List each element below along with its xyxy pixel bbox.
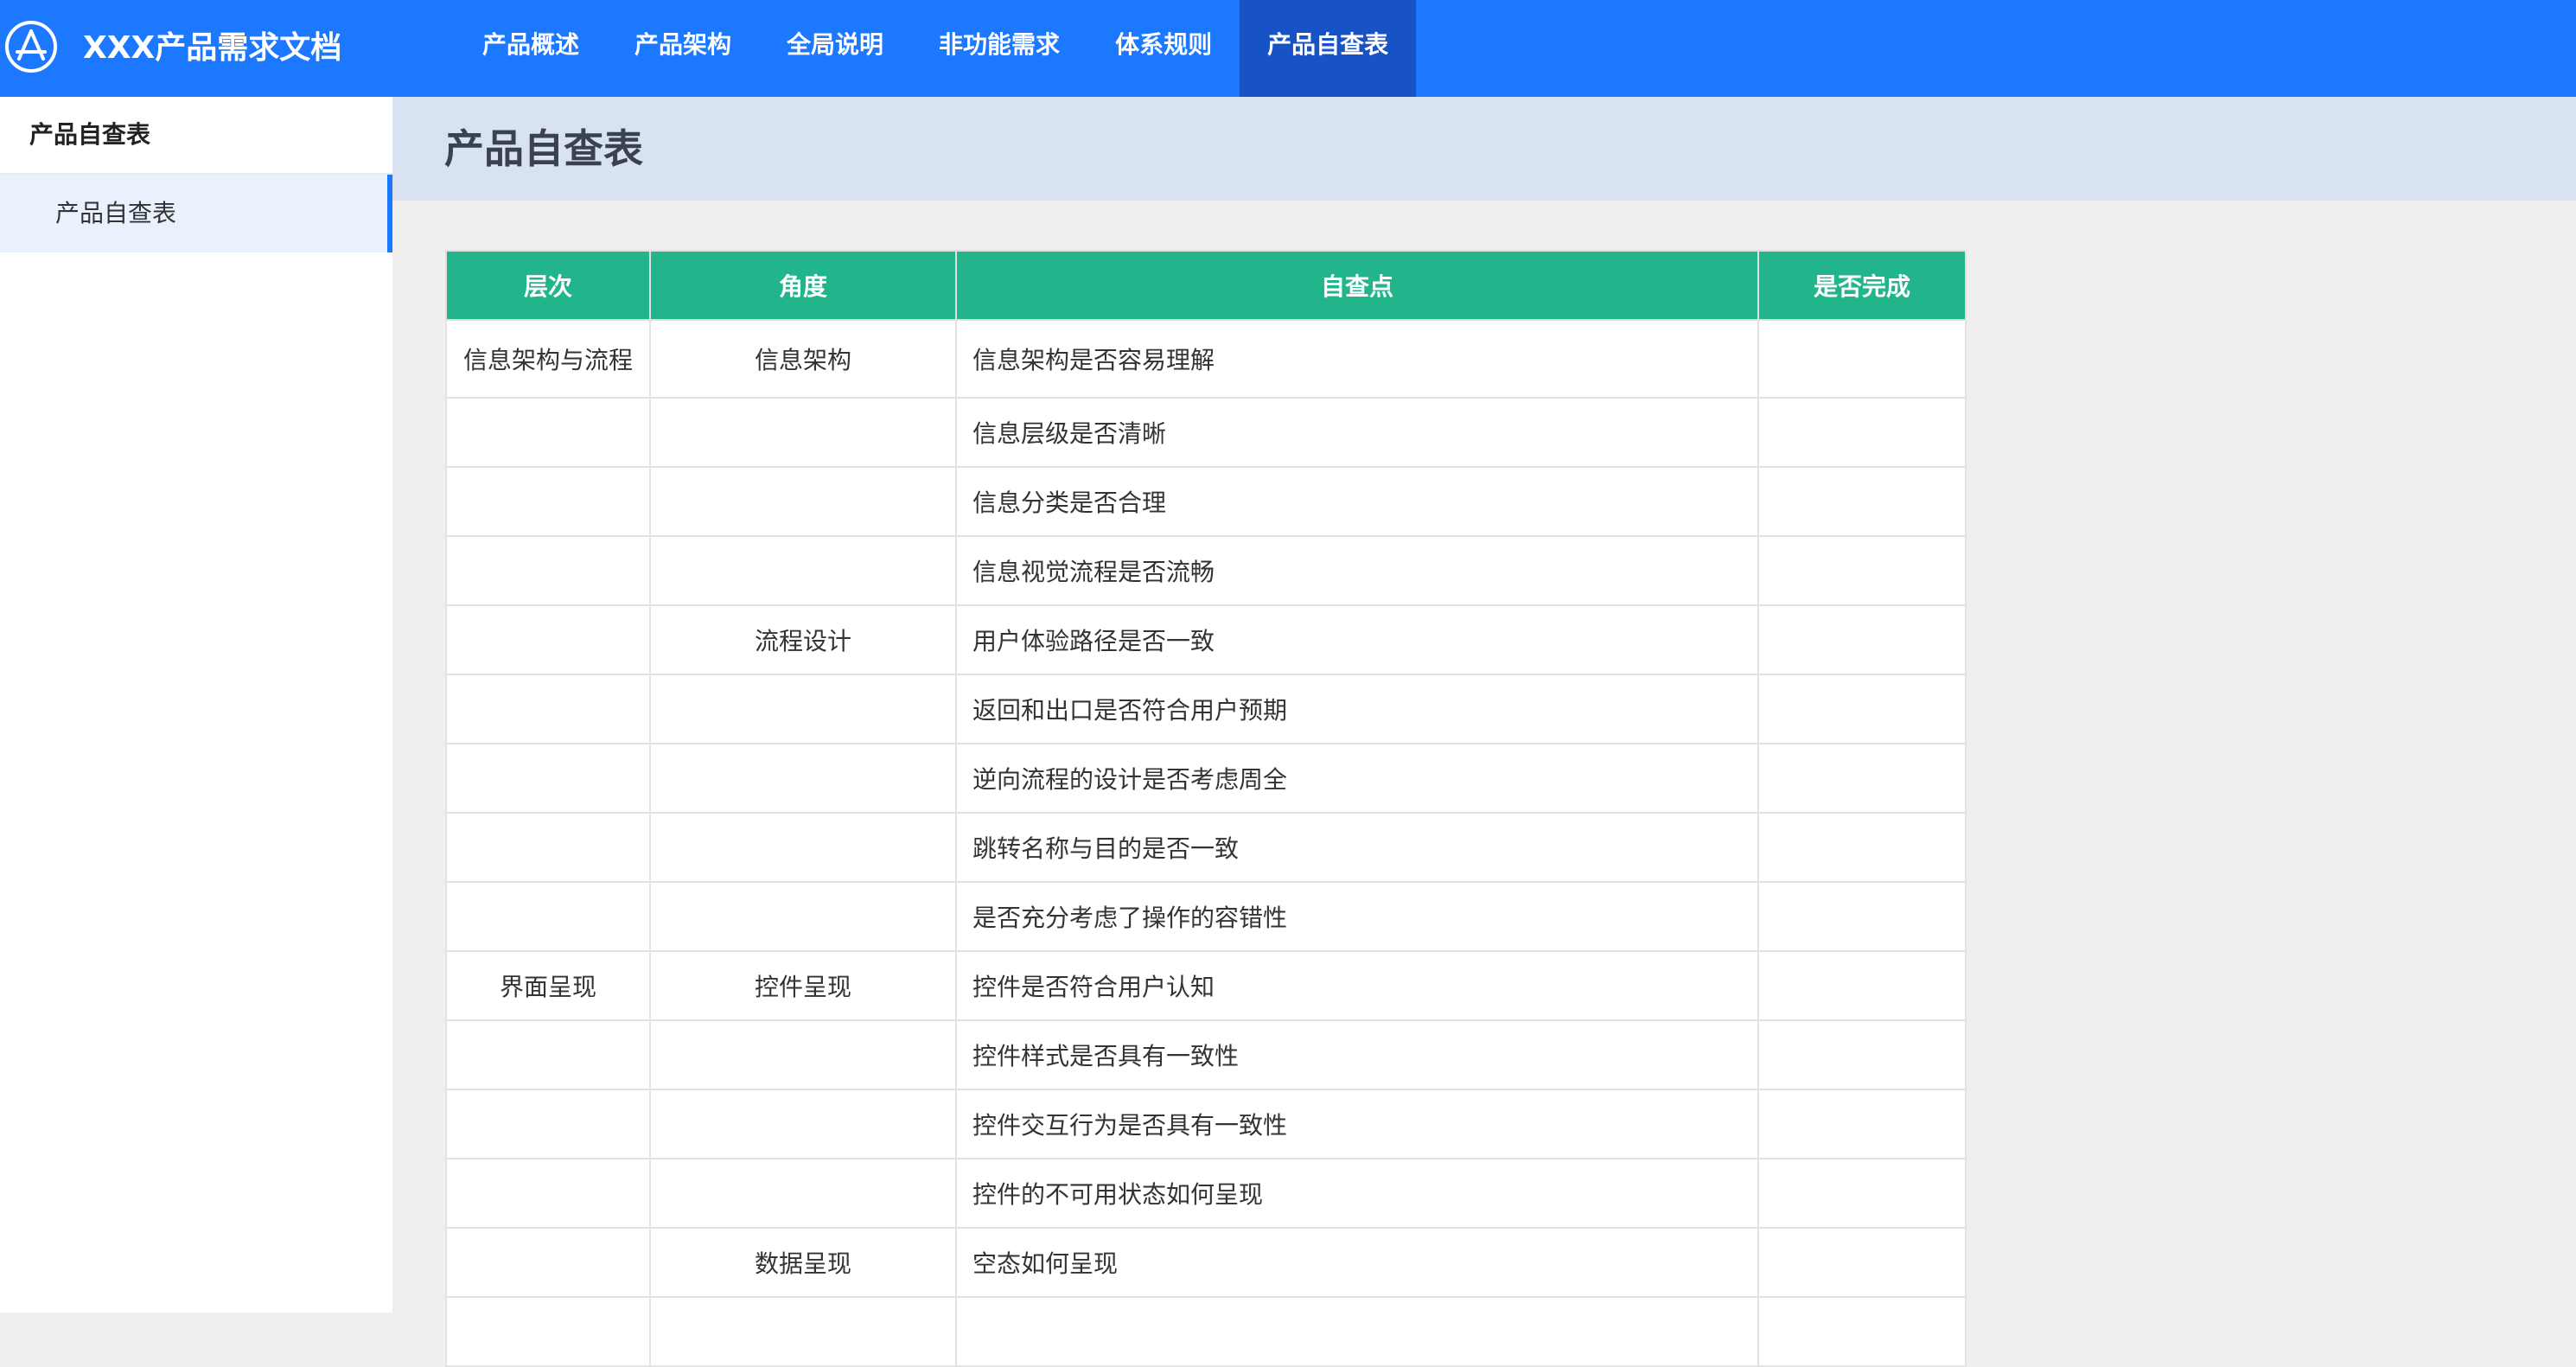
table-row: 信息层级是否清晰 [445, 397, 1967, 468]
table-row: 返回和出口是否符合用户预期 [445, 674, 1967, 744]
cell-completed [1757, 319, 1967, 399]
cell-angle [649, 881, 957, 952]
table-row: 控件的不可用状态如何呈现 [445, 1158, 1967, 1229]
cell-completed [1757, 466, 1967, 537]
cell-level [445, 674, 651, 744]
cell-check-point: 空态如何呈现 [955, 1227, 1759, 1298]
cell-angle [649, 397, 957, 468]
cell-check-point: 逆向流程的设计是否考虑周全 [955, 743, 1759, 814]
cell-check-point: 信息分类是否合理 [955, 466, 1759, 537]
cell-completed [1757, 743, 1967, 814]
cell-completed [1757, 1089, 1967, 1159]
cell-completed [1757, 535, 1967, 606]
cell-level [445, 1089, 651, 1159]
cell-check-point: 信息视觉流程是否流畅 [955, 535, 1759, 606]
table-row: 信息视觉流程是否流畅 [445, 535, 1967, 606]
cell-check-point: 控件的不可用状态如何呈现 [955, 1158, 1759, 1229]
cell-level [445, 1296, 651, 1367]
page-title: 产品自查表 [444, 125, 643, 172]
table-row: 控件交互行为是否具有一致性 [445, 1089, 1967, 1159]
cell-angle [649, 674, 957, 744]
cell-completed [1757, 812, 1967, 883]
cell-check-point: 控件交互行为是否具有一致性 [955, 1089, 1759, 1159]
app-title: XXX产品需求文档 [83, 30, 342, 66]
nav-item-system-rules[interactable]: 体系规则 [1087, 0, 1240, 97]
cell-completed [1757, 1019, 1967, 1090]
cell-completed [1757, 1158, 1967, 1229]
cell-check-point: 控件是否符合用户认知 [955, 950, 1759, 1021]
cell-completed [1757, 674, 1967, 744]
table-row: 跳转名称与目的是否一致 [445, 812, 1967, 883]
cell-level: 界面呈现 [445, 950, 651, 1021]
table-body: 信息架构与流程 信息架构 信息架构是否容易理解 信息层级是否清晰 信息分类是否合理 信息视… [445, 319, 1967, 1367]
main-nav: 产品概述 产品架构 全局说明 非功能需求 体系规则 产品自查表 [455, 0, 1417, 97]
cell-completed [1757, 1296, 1967, 1367]
cell-level [445, 1227, 651, 1298]
table-row: 信息分类是否合理 [445, 466, 1967, 537]
sidebar-group-title: 产品自查表 [0, 97, 392, 175]
cell-angle [649, 812, 957, 883]
sidebar: 产品自查表 产品自查表 [0, 97, 392, 1313]
cell-completed [1757, 950, 1967, 1021]
table-row: 是否充分考虑了操作的容错性 [445, 881, 1967, 952]
cell-check-point: 跳转名称与目的是否一致 [955, 812, 1759, 883]
cell-check-point: 返回和出口是否符合用户预期 [955, 674, 1759, 744]
cell-level [445, 535, 651, 606]
cell-check-point [955, 1296, 1759, 1367]
cell-angle [649, 743, 957, 814]
column-header-angle: 角度 [649, 250, 957, 321]
top-navigation-bar: XXX产品需求文档 产品概述 产品架构 全局说明 非功能需求 体系规则 产品自查表 [0, 0, 2576, 97]
cell-completed [1757, 1227, 1967, 1298]
column-header-completed: 是否完成 [1757, 250, 1967, 321]
page-header: 产品自查表 [392, 97, 2576, 201]
cell-angle: 流程设计 [649, 604, 957, 675]
cell-level [445, 743, 651, 814]
cell-level [445, 881, 651, 952]
table-row: 信息架构与流程 信息架构 信息架构是否容易理解 [445, 319, 1967, 399]
cell-angle [649, 466, 957, 537]
cell-angle: 数据呈现 [649, 1227, 957, 1298]
cell-level: 信息架构与流程 [445, 319, 651, 399]
cell-angle: 信息架构 [649, 319, 957, 399]
cell-level [445, 812, 651, 883]
column-header-level: 层次 [445, 250, 651, 321]
cell-level [445, 466, 651, 537]
table-row: 控件样式是否具有一致性 [445, 1019, 1967, 1090]
cell-level [445, 604, 651, 675]
app-store-logo-icon[interactable] [3, 19, 59, 74]
cell-level [445, 1019, 651, 1090]
checklist-table: 层次 角度 自查点 是否完成 信息架构与流程 信息架构 信息架构是否容易理解 信息层级… [445, 250, 1967, 1367]
cell-angle: 控件呈现 [649, 950, 957, 1021]
cell-level [445, 1158, 651, 1229]
cell-level [445, 397, 651, 468]
cell-check-point: 是否充分考虑了操作的容错性 [955, 881, 1759, 952]
cell-check-point: 信息架构是否容易理解 [955, 319, 1759, 399]
cell-completed [1757, 604, 1967, 675]
table-header-row: 层次 角度 自查点 是否完成 [445, 250, 1967, 321]
checklist-table-container: 层次 角度 自查点 是否完成 信息架构与流程 信息架构 信息架构是否容易理解 信息层级… [445, 250, 1967, 1367]
cell-check-point: 用户体验路径是否一致 [955, 604, 1759, 675]
nav-item-global-notes[interactable]: 全局说明 [759, 0, 911, 97]
cell-angle [649, 1296, 957, 1367]
nav-item-product-architecture[interactable]: 产品架构 [607, 0, 759, 97]
cell-completed [1757, 881, 1967, 952]
cell-angle [649, 1089, 957, 1159]
cell-angle [649, 1019, 957, 1090]
nav-item-product-overview[interactable]: 产品概述 [455, 0, 607, 97]
cell-check-point: 信息层级是否清晰 [955, 397, 1759, 468]
nav-item-product-checklist[interactable]: 产品自查表 [1240, 0, 1417, 97]
column-header-check-point: 自查点 [955, 250, 1759, 321]
table-row: 数据呈现 空态如何呈现 [445, 1227, 1967, 1298]
cell-angle [649, 535, 957, 606]
table-row: 逆向流程的设计是否考虑周全 [445, 743, 1967, 814]
sidebar-item-product-checklist[interactable]: 产品自查表 [0, 175, 392, 252]
cell-angle [649, 1158, 957, 1229]
cell-completed [1757, 397, 1967, 468]
table-row: 流程设计 用户体验路径是否一致 [445, 604, 1967, 675]
table-row: 界面呈现 控件呈现 控件是否符合用户认知 [445, 950, 1967, 1021]
nav-item-non-functional-requirements[interactable]: 非功能需求 [911, 0, 1087, 97]
cell-check-point: 控件样式是否具有一致性 [955, 1019, 1759, 1090]
table-row [445, 1296, 1967, 1367]
